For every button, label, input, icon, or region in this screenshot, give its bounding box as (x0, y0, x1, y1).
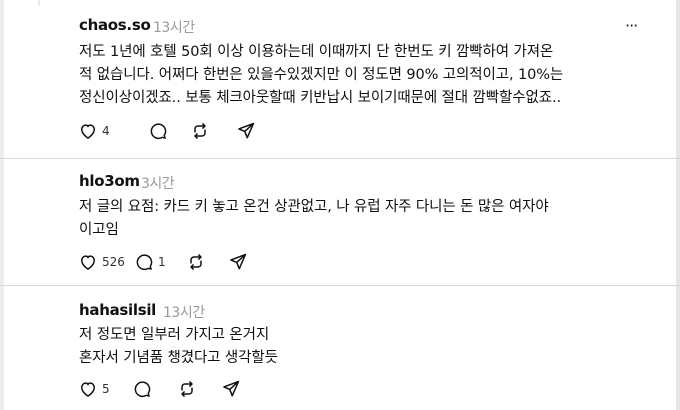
comment-icon (132, 379, 152, 399)
like-count: 5 (102, 382, 110, 396)
like-button[interactable]: 526 (78, 252, 134, 272)
post-username[interactable]: chaos.so (79, 16, 151, 34)
comment-icon (134, 252, 154, 272)
like-button[interactable]: 4 (78, 121, 148, 141)
like-count: 4 (102, 124, 110, 138)
repost-button[interactable] (190, 121, 236, 141)
post-time[interactable]: 13시간 (163, 302, 205, 322)
post-username[interactable]: hahasilsil (79, 301, 156, 319)
post-actions: 5 (78, 377, 251, 401)
heart-icon (78, 252, 98, 272)
repost-button[interactable] (177, 379, 221, 399)
heart-icon (78, 379, 98, 399)
like-button[interactable]: 5 (78, 379, 132, 399)
post-text-line: 이고임 (79, 222, 119, 238)
comment-icon (148, 121, 168, 141)
reply-button[interactable] (148, 121, 190, 141)
post-hahasilsil: hahasilsil 13시간 저 정도면 일부러 가지고 온거지 혼자서 기념… (0, 286, 680, 410)
post-actions: 4 (78, 119, 266, 143)
post-text: 저도 1년에 호텔 50회 이상 이용하는데 이때까지 단 한번도 키 깜빡하여… (79, 41, 669, 110)
post-text-line: 저 정도면 일부러 가지고 온거지 (79, 327, 270, 343)
post-actions: 526 1 (78, 250, 258, 274)
share-icon (236, 121, 256, 141)
post-chaos-so: chaos.so 13시간 ··· 저도 1년에 호텔 50회 이상 이용하는데… (0, 0, 680, 158)
more-options-icon[interactable]: ··· (625, 18, 638, 34)
repost-button[interactable] (186, 252, 228, 272)
share-icon (228, 252, 248, 272)
repost-icon (186, 252, 206, 272)
post-time[interactable]: 3시간 (141, 173, 175, 193)
repost-icon (177, 379, 197, 399)
post-text: 저 글의 요점: 카드 키 놓고 온건 상관없고, 나 유럽 자주 다니는 돈 … (79, 196, 669, 242)
share-button[interactable] (221, 379, 251, 399)
threads-reply-list: chaos.so 13시간 ··· 저도 1년에 호텔 50회 이상 이용하는데… (0, 0, 680, 410)
avatar[interactable] (38, 0, 40, 6)
reply-button[interactable]: 1 (134, 252, 186, 272)
post-text-line: 정신이상이겠죠.. 보통 체크아웃할때 키반납시 보이기때문에 절대 깜빡할수없… (79, 90, 562, 106)
share-button[interactable] (236, 121, 266, 141)
reply-count: 1 (158, 255, 166, 269)
post-username[interactable]: hlo3om (79, 172, 140, 190)
repost-icon (190, 121, 210, 141)
reply-button[interactable] (132, 379, 177, 399)
share-button[interactable] (228, 252, 258, 272)
post-text-line: 저도 1년에 호텔 50회 이상 이용하는데 이때까지 단 한번도 키 깜빡하여… (79, 44, 554, 60)
post-time[interactable]: 13시간 (153, 17, 195, 37)
post-text-line: 적 없습니다. 어쩌다 한번은 있을수있겠지만 이 정도면 90% 고의적이고,… (79, 67, 564, 83)
share-icon (221, 379, 241, 399)
post-text-line: 혼자서 기념품 챙겼다고 생각할듯 (79, 350, 278, 366)
heart-icon (78, 121, 98, 141)
post-text-line: 저 글의 요점: 카드 키 놓고 온건 상관없고, 나 유럽 자주 다니는 돈 … (79, 199, 549, 215)
post-hlo3om: hlo3om 3시간 저 글의 요점: 카드 키 놓고 온건 상관없고, 나 유… (0, 159, 680, 285)
post-text: 저 정도면 일부러 가지고 온거지 혼자서 기념품 챙겼다고 생각할듯 (79, 324, 669, 370)
like-count: 526 (102, 255, 125, 269)
